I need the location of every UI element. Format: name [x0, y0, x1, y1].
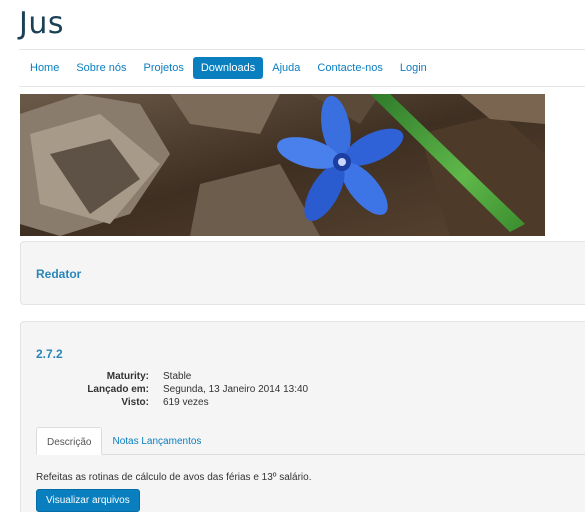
category-panel: Redator: [20, 241, 585, 305]
nav-item-ajuda[interactable]: Ajuda: [264, 57, 308, 79]
nav-item-login[interactable]: Login: [392, 57, 435, 79]
header-banner: [20, 94, 545, 236]
meta-value: 619 vezes: [163, 397, 209, 408]
meta-label: Maturity:: [106, 371, 149, 382]
meta-value: Segunda, 13 Janeiro 2014 13:40: [163, 384, 309, 395]
nav-item-home[interactable]: Home: [22, 57, 67, 79]
category-title[interactable]: Redator: [36, 267, 81, 281]
nav-item-contacte-nos[interactable]: Contacte-nos: [309, 57, 390, 79]
nav-item-sobre-nos[interactable]: Sobre nós: [68, 57, 134, 79]
release-tabs: Descrição Notas Lançamentos: [36, 427, 585, 455]
meta-label: Visto:: [121, 397, 149, 408]
release-panel: 2.7.2 Maturity: Stable Lançado em: Segun…: [20, 321, 585, 512]
meta-value: Stable: [163, 371, 192, 382]
meta-label: Lançado em:: [87, 384, 149, 395]
release-version[interactable]: 2.7.2: [36, 347, 63, 361]
tab-notas-lancamentos[interactable]: Notas Lançamentos: [102, 427, 211, 455]
release-meta: Maturity: Stable Lançado em: Segunda, 13…: [21, 370, 308, 409]
release-description: Refeitas as rotinas de cálculo de avos d…: [36, 472, 312, 483]
main-nav: Home Sobre nós Projetos Downloads Ajuda …: [19, 49, 585, 87]
nav-item-downloads[interactable]: Downloads: [192, 57, 264, 79]
site-title[interactable]: Jus: [19, 6, 64, 41]
view-files-button[interactable]: Visualizar arquivos: [36, 489, 140, 512]
tab-descricao[interactable]: Descrição: [36, 427, 103, 455]
flower-banner-image: [20, 94, 545, 236]
meta-row-released: Lançado em: Segunda, 13 Janeiro 2014 13:…: [21, 383, 308, 396]
nav-item-projetos[interactable]: Projetos: [136, 57, 192, 79]
meta-row-views: Visto: 619 vezes: [21, 396, 308, 409]
meta-row-maturity: Maturity: Stable: [21, 370, 308, 383]
